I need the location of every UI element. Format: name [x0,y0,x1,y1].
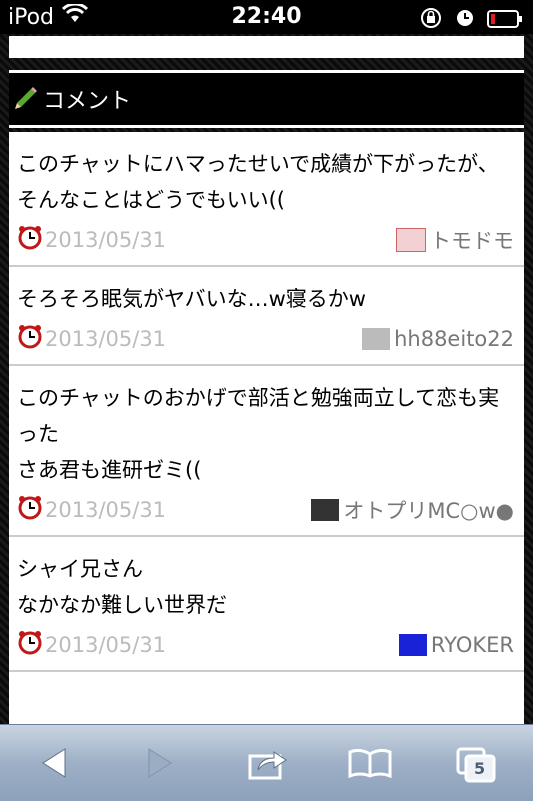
comment-text: このチャットにハマったせいで成績が下がったが、 そんなことはどうでもいい(( [17,152,499,212]
share-button[interactable] [238,743,298,787]
comment-section-header: コメント [9,70,524,128]
web-page[interactable]: コメント このチャットにハマったせいで成績が下がったが、 そんなことはどうでもい… [0,34,533,724]
comment-date: 2013/05/31 [17,629,166,660]
alarm-clock-icon [17,629,43,660]
pencil-icon [13,83,39,115]
comment-date-text: 2013/05/31 [45,497,167,522]
section-title: コメント [43,89,132,114]
user-name: hh88eito22 [394,326,514,351]
comment-date-text: 2013/05/31 [45,326,167,351]
comment-item: このチャットにハマったせいで成績が下がったが、 そんなことはどうでもいい(( 2… [9,132,524,267]
rotation-lock-icon [419,6,443,36]
comment-date: 2013/05/31 [17,323,166,354]
alarm-clock-icon [17,323,43,354]
comment-text: このチャットのおかげで部活と勉強両立して恋も実った さあ君も進研ゼミ(( [17,386,500,482]
user-avatar [311,498,340,521]
comment-meta: 2013/05/31 オトプリMC○w● [17,494,514,525]
battery-icon [487,9,523,34]
back-button[interactable] [24,743,84,787]
comment-list: このチャットにハマったせいで成績が下がったが、 そんなことはどうでもいい(( 2… [9,132,524,724]
comment-item: シャイ兄さん なかなか難しい世界だ 2013/05/31 RYOKER [9,537,524,672]
comment-meta: 2013/05/31 トモドモ [17,224,514,255]
user-avatar [398,633,427,656]
comment-user[interactable]: トモドモ [396,225,514,255]
user-name: RYOKER [430,632,514,657]
comment-text: シャイ兄さん なかなか難しい世界だ [17,557,227,617]
comment-user[interactable]: RYOKER [398,632,514,657]
alarm-clock-icon [455,8,475,34]
comment-user[interactable]: オトプリMC○w● [311,495,514,525]
browser-toolbar: 5 [0,724,533,801]
comment-meta: 2013/05/31 hh88eito22 [17,323,514,354]
status-bar: iPod 22:40 [0,0,533,34]
comment-date: 2013/05/31 [17,494,166,525]
comment-item: このチャットのおかげで部活と勉強両立して恋も実った さあ君も進研ゼミ(( 201… [9,366,524,537]
forward-arrow-icon [145,747,175,783]
user-avatar [396,227,426,252]
status-right [419,6,523,36]
bookmarks-button[interactable] [340,743,400,787]
alarm-clock-icon [17,224,43,255]
user-avatar [362,327,391,350]
back-arrow-icon [39,747,69,783]
comment-text: そろそろ眠気がヤバいな…w寝るかw [17,287,366,311]
forward-button[interactable] [130,743,190,787]
comment-meta: 2013/05/31 RYOKER [17,629,514,660]
tabs-count: 5 [474,759,486,778]
user-name: トモドモ [430,228,514,253]
tabs-icon: 5 [456,747,496,783]
share-icon [248,746,288,784]
comment-item: そろそろ眠気がヤバいな…w寝るかw 2013/05/31 hh88eito22 [9,267,524,366]
tabs-button[interactable]: 5 [446,743,506,787]
user-name: オトプリMC○w● [343,498,514,523]
top-banner-strip [9,36,524,58]
comment-date-text: 2013/05/31 [45,227,167,252]
alarm-clock-icon [17,494,43,525]
comment-date: 2013/05/31 [17,224,166,255]
comment-date-text: 2013/05/31 [45,632,167,657]
comment-user[interactable]: hh88eito22 [362,327,514,351]
book-icon [348,748,392,782]
